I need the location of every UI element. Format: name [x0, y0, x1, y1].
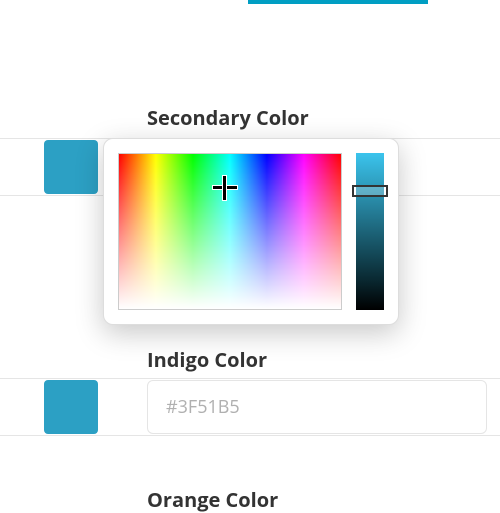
top-accent-bar	[248, 0, 428, 4]
secondary-color-label: Secondary Color	[147, 104, 309, 131]
indigo-color-swatch[interactable]	[44, 380, 98, 434]
hue-slider-thumb[interactable]	[352, 185, 388, 197]
secondary-color-swatch[interactable]	[44, 140, 98, 194]
indigo-color-label: Indigo Color	[147, 346, 267, 373]
saturation-cursor-icon	[213, 176, 237, 200]
saturation-lightness-panel[interactable]	[118, 153, 342, 310]
hue-slider[interactable]	[356, 153, 384, 310]
indigo-hex-input[interactable]	[147, 380, 487, 434]
color-picker-popover	[103, 138, 399, 325]
